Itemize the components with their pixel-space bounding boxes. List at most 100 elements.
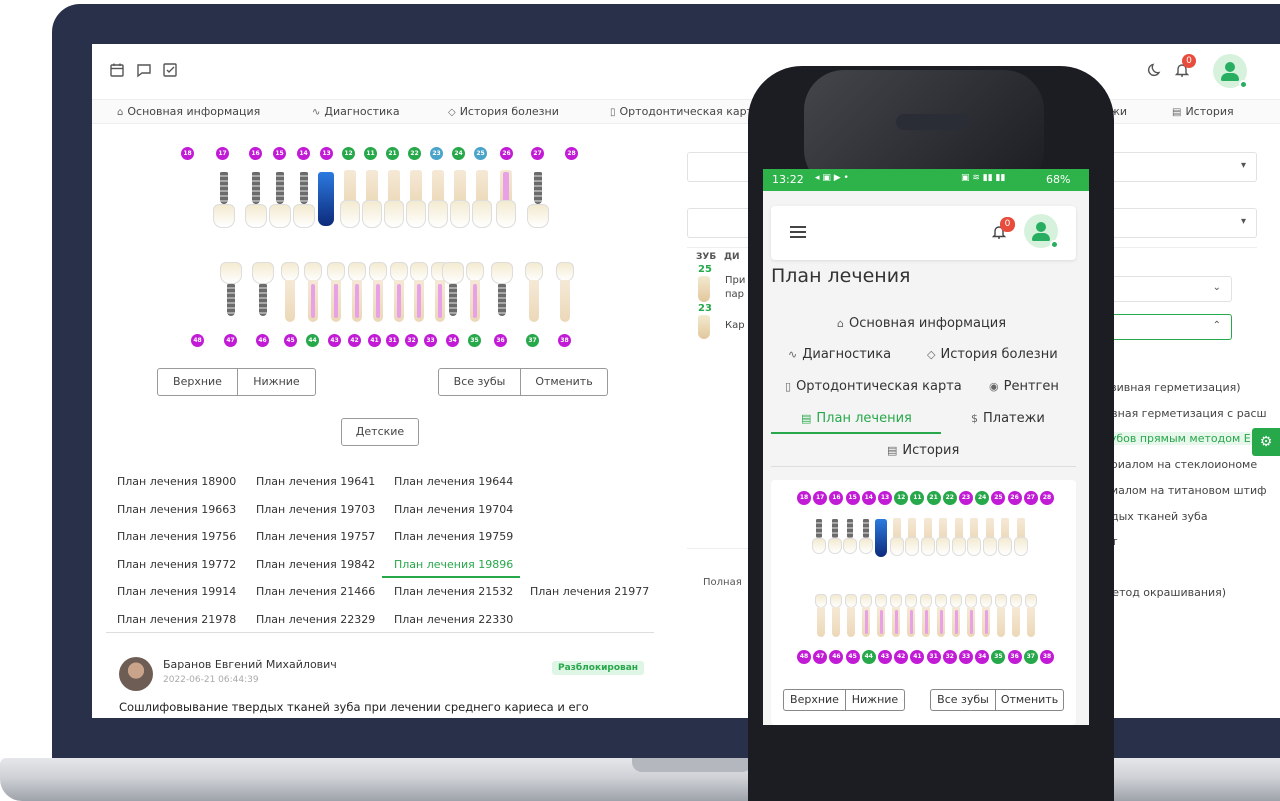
tooth-number[interactable]: 13 (878, 491, 892, 505)
plan-link[interactable]: План лечения 19772 (117, 558, 236, 571)
plan-link[interactable]: План лечения 19914 (117, 585, 236, 598)
settings-gear-icon[interactable]: ⚙ (1252, 428, 1280, 456)
all-teeth-button[interactable]: Все зубы (930, 689, 996, 711)
dropdown-option[interactable]: зубов прямым методом Е (1104, 432, 1254, 445)
tab-diagnostics[interactable]: ∿ Диагностика (788, 347, 891, 362)
tooth-number[interactable]: 38 (1040, 650, 1054, 664)
dropdown-option[interactable]: ериалом на стеклоиономе (1104, 458, 1257, 471)
tooth-number[interactable]: 42 (348, 334, 361, 347)
cancel-button[interactable]: Отменить (520, 368, 608, 396)
user-avatar[interactable] (1024, 214, 1059, 249)
tooth-number[interactable]: 33 (959, 650, 973, 664)
nav-item-ortho-map[interactable]: ▯ Ортодонтическая карта (610, 105, 760, 118)
tooth-number[interactable]: 32 (942, 650, 957, 664)
dropdown-option[interactable]: рдых тканей зуба (1104, 510, 1208, 523)
tooth-number[interactable]: 43 (328, 334, 341, 347)
tooth-number[interactable]: 43 (878, 650, 892, 664)
plan-link[interactable]: План лечения 19756 (117, 530, 236, 543)
plan-link[interactable]: План лечения 19704 (394, 503, 513, 516)
tooth-number[interactable]: 37 (526, 334, 539, 347)
tooth-number[interactable]: 41 (368, 334, 381, 347)
tab-history[interactable]: ▤ История (887, 443, 959, 458)
tooth-number[interactable]: 15 (273, 147, 286, 160)
tooth-number[interactable]: 22 (942, 491, 957, 505)
plan-link[interactable]: План лечения 22329 (256, 613, 375, 626)
tooth-number[interactable]: 28 (565, 147, 578, 160)
tab-xray[interactable]: ◉ Рентген (989, 379, 1059, 394)
tooth-number[interactable]: 27 (1023, 491, 1038, 505)
tooth-number[interactable]: 23 (959, 491, 973, 505)
plan-link[interactable]: План лечения 22330 (394, 613, 513, 626)
tooth-number[interactable]: 33 (424, 334, 437, 347)
tooth-number[interactable]: 45 (845, 650, 860, 664)
tooth-number[interactable]: 18 (797, 491, 811, 505)
tooth-number[interactable]: 17 (216, 147, 229, 160)
tooth-number[interactable]: 22 (408, 147, 421, 160)
tooth-number[interactable]: 47 (224, 334, 237, 347)
hamburger-icon[interactable] (790, 226, 806, 238)
kids-button[interactable]: Детские (341, 418, 419, 446)
tab-payments[interactable]: $ Платежи (971, 411, 1045, 426)
bell-icon[interactable]: 0 (991, 217, 1015, 240)
tooth-number[interactable]: 11 (364, 147, 377, 160)
plan-link[interactable]: План лечения 19663 (117, 503, 236, 516)
tooth-number[interactable]: 36 (1007, 650, 1022, 664)
upper-button[interactable]: Верхние (157, 368, 238, 396)
lower-button[interactable]: Нижние (237, 368, 316, 396)
tooth-number[interactable]: 18 (181, 147, 194, 160)
tooth-number[interactable]: 21 (386, 147, 399, 160)
plan-link[interactable]: План лечения 19641 (256, 475, 375, 488)
tooth-number[interactable]: 34 (446, 334, 459, 347)
nav-item-history-illness[interactable]: ◇ История болезни (448, 105, 559, 118)
tooth-number[interactable]: 46 (256, 334, 269, 347)
tooth-number[interactable]: 31 (386, 334, 399, 347)
tooth-number[interactable]: 14 (861, 491, 876, 505)
dropdown-option[interactable]: риалом на титановом штиф (1104, 484, 1267, 497)
tooth-number[interactable]: 32 (405, 334, 418, 347)
plan-link[interactable]: План лечения 19644 (394, 475, 513, 488)
tooth-number[interactable]: 15 (845, 491, 860, 505)
plan-link[interactable]: План лечения 18900 (117, 475, 236, 488)
nav-item-history[interactable]: ▤ История (1172, 105, 1234, 118)
tooth-number[interactable]: 14 (297, 147, 310, 160)
tooth-number[interactable]: 16 (249, 147, 262, 160)
all-teeth-button[interactable]: Все зубы (438, 368, 521, 396)
tooth-number[interactable]: 26 (500, 147, 513, 160)
tooth-number[interactable]: 27 (531, 147, 544, 160)
tooth-number[interactable]: 12 (342, 147, 355, 160)
moon-icon[interactable] (1147, 62, 1163, 78)
plan-link[interactable]: План лечения 21466 (256, 585, 375, 598)
tooth-number[interactable]: 48 (797, 650, 811, 664)
checkbox-icon[interactable] (162, 62, 178, 78)
plan-link[interactable]: План лечения 21978 (117, 613, 236, 626)
plan-link[interactable]: План лечения 21977 (530, 585, 649, 598)
tab-treatment-plan[interactable]: ▤ План лечения (801, 411, 912, 426)
plan-link[interactable]: План лечения 19842 (256, 558, 375, 571)
tooth-number[interactable]: 31 (926, 650, 941, 664)
calendar-icon[interactable] (109, 62, 125, 78)
tooth-number[interactable]: 23 (430, 147, 443, 160)
tooth-number[interactable]: 28 (1040, 491, 1054, 505)
tooth-number[interactable]: 13 (320, 147, 333, 160)
dropdown-option[interactable]: озивная герметизация) (1104, 381, 1241, 394)
plan-link[interactable]: План лечения 19703 (256, 503, 375, 516)
plan-link[interactable]: План лечения 19757 (256, 530, 375, 543)
tooth-number[interactable]: 44 (306, 334, 319, 347)
tooth-number[interactable]: 21 (926, 491, 941, 505)
tooth-number[interactable]: 37 (1023, 650, 1038, 664)
plan-link[interactable]: План лечения 19759 (394, 530, 513, 543)
tooth-number[interactable]: 26 (1007, 491, 1022, 505)
user-avatar[interactable] (1213, 54, 1248, 89)
tooth-number[interactable]: 25 (474, 147, 487, 160)
plan-link[interactable]: План лечения 19896 (394, 558, 513, 571)
lower-button[interactable]: Нижние (845, 689, 905, 711)
dropdown-option[interactable]: метод окрашивания) (1104, 586, 1226, 599)
dropdown-option[interactable]: ивная герметизация с расш (1104, 407, 1267, 420)
plan-link[interactable]: План лечения 21532 (394, 585, 513, 598)
upper-button[interactable]: Верхние (783, 689, 846, 711)
nav-item-diagnostics[interactable]: ∿ Диагностика (312, 105, 400, 118)
tab-ortho-map[interactable]: ▯ Ортодонтическая карта (785, 379, 962, 394)
tooth-number[interactable]: 35 (468, 334, 481, 347)
select-procedure[interactable]: ⌄ (1104, 276, 1232, 302)
tooth-number[interactable]: 45 (284, 334, 297, 347)
